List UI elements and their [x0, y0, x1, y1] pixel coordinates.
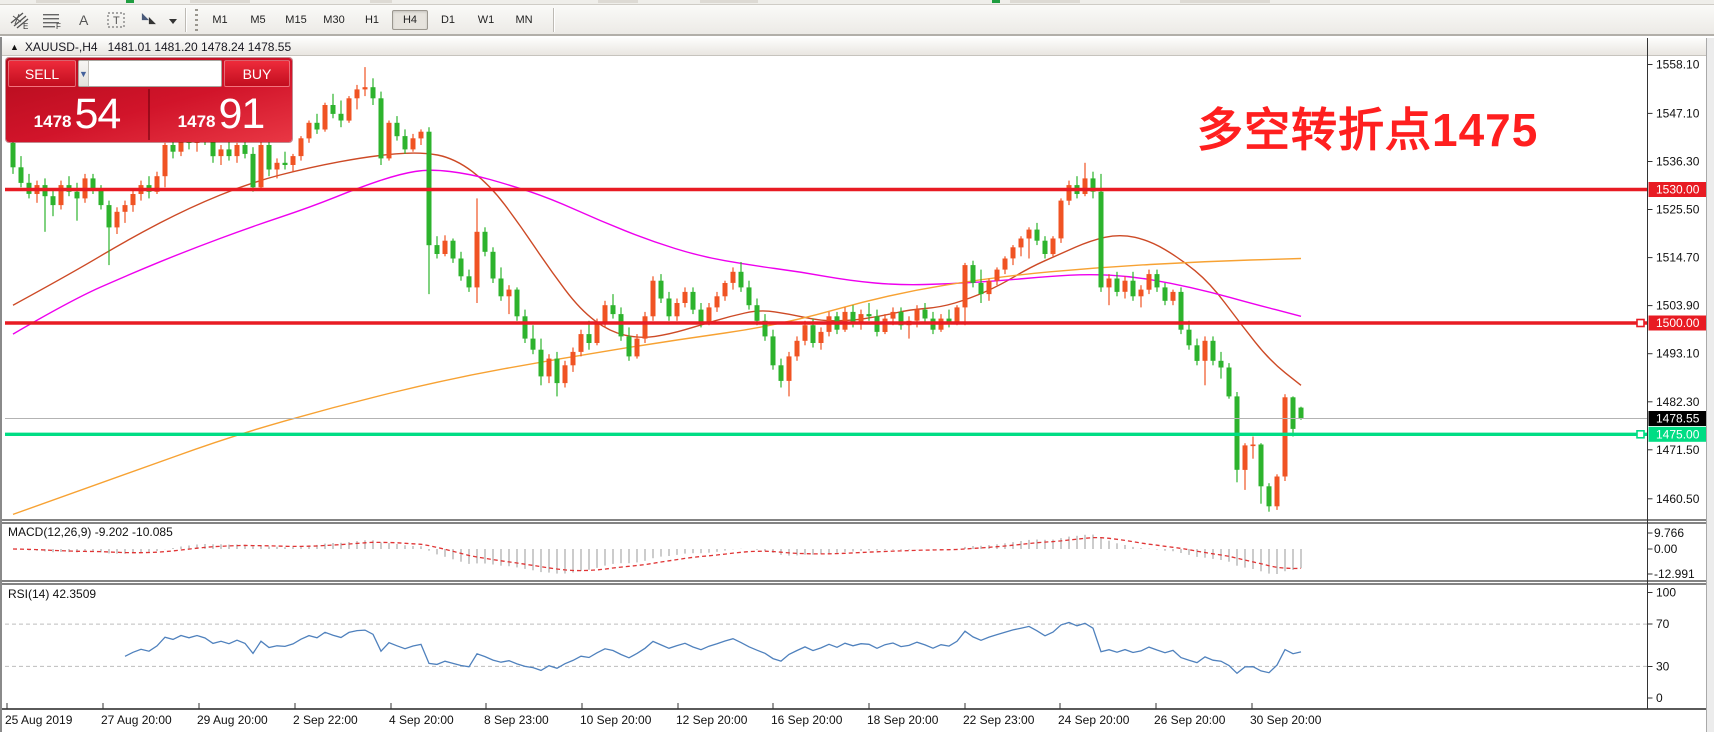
svg-text:30: 30 — [1656, 660, 1670, 674]
svg-text:10 Sep 20:00: 10 Sep 20:00 — [580, 713, 652, 727]
price-axis[interactable]: 1558.10 1547.10 1536.30 1525.50 1514.70 1503.… — [1648, 38, 1700, 709]
buy-button[interactable]: BUY — [224, 60, 290, 87]
macd-signal-line — [13, 538, 1301, 571]
ma-mid-magenta[interactable] — [13, 170, 1301, 334]
svg-text:29 Aug 20:00: 29 Aug 20:00 — [197, 713, 268, 727]
svg-text:1530.00: 1530.00 — [1656, 183, 1700, 197]
svg-text:1471.50: 1471.50 — [1656, 443, 1700, 457]
hline-handle[interactable] — [1637, 320, 1644, 327]
svg-text:12 Sep 20:00: 12 Sep 20:00 — [676, 713, 748, 727]
svg-text:2 Sep 22:00: 2 Sep 22:00 — [293, 713, 358, 727]
svg-text:1514.70: 1514.70 — [1656, 251, 1700, 265]
ma-slow-orange[interactable] — [13, 259, 1301, 515]
svg-text:1460.50: 1460.50 — [1656, 492, 1700, 506]
sell-price-big-figure: 1478 — [34, 112, 72, 132]
chart-text-annotation: 多空转折点1475 — [1197, 94, 1538, 160]
svg-text:70: 70 — [1656, 617, 1670, 631]
svg-text:-12.991: -12.991 — [1654, 567, 1695, 581]
svg-text:1482.30: 1482.30 — [1656, 395, 1700, 409]
volume-input[interactable] — [89, 61, 222, 86]
svg-text:8 Sep 23:00: 8 Sep 23:00 — [484, 713, 549, 727]
rsi-indicator-label: RSI(14) 42.3509 — [8, 587, 96, 601]
svg-text:1503.90: 1503.90 — [1656, 299, 1700, 313]
time-axis[interactable]: 25 Aug 2019 27 Aug 20:00 29 Aug 20:00 2 Sep… — [5, 703, 1322, 727]
buy-price-pips: 91 — [218, 90, 264, 139]
svg-text:1547.10: 1547.10 — [1656, 106, 1700, 120]
sell-price-pips: 54 — [74, 90, 120, 139]
svg-text:18 Sep 20:00: 18 Sep 20:00 — [867, 713, 939, 727]
svg-text:9.766: 9.766 — [1654, 526, 1684, 540]
sell-price-tile[interactable]: 1478 54 — [6, 89, 150, 140]
right-scrollbar-track — [1707, 38, 1714, 732]
svg-text:1558.10: 1558.10 — [1656, 58, 1700, 72]
svg-text:22 Sep 23:00: 22 Sep 23:00 — [963, 713, 1035, 727]
volume-stepper: ▼ ▲ — [78, 60, 222, 87]
svg-text:0.00: 0.00 — [1654, 542, 1678, 556]
hline-handle[interactable] — [1637, 431, 1644, 438]
svg-text:4 Sep 20:00: 4 Sep 20:00 — [389, 713, 454, 727]
buy-price-tile[interactable]: 1478 91 — [150, 89, 292, 140]
svg-text:30 Sep 20:00: 30 Sep 20:00 — [1250, 713, 1322, 727]
one-click-trading-panel: SELL ▼ ▲ BUY 1478 54 1478 91 — [6, 58, 292, 142]
panel-borders — [2, 520, 1712, 709]
svg-text:26 Sep 20:00: 26 Sep 20:00 — [1154, 713, 1226, 727]
svg-text:1525.50: 1525.50 — [1656, 203, 1700, 217]
svg-text:16 Sep 20:00: 16 Sep 20:00 — [771, 713, 843, 727]
svg-text:1536.30: 1536.30 — [1656, 155, 1700, 169]
svg-text:24 Sep 20:00: 24 Sep 20:00 — [1058, 713, 1130, 727]
svg-text:1500.00: 1500.00 — [1656, 316, 1700, 330]
svg-text:0: 0 — [1656, 691, 1663, 705]
buy-price-big-figure: 1478 — [178, 112, 216, 132]
svg-text:1475.00: 1475.00 — [1656, 427, 1700, 441]
mt4-trading-app: { "toolbar": { "icons": [ {"name": "equi… — [0, 0, 1714, 732]
svg-text:27 Aug 20:00: 27 Aug 20:00 — [101, 713, 172, 727]
rsi-line — [125, 623, 1301, 674]
sell-button[interactable]: SELL — [8, 60, 76, 87]
svg-text:25 Aug 2019: 25 Aug 2019 — [5, 713, 73, 727]
svg-text:1493.10: 1493.10 — [1656, 347, 1700, 361]
svg-text:1478.55: 1478.55 — [1656, 412, 1700, 426]
svg-text:100: 100 — [1656, 586, 1676, 600]
macd-indicator-label: MACD(12,26,9) -9.202 -10.085 — [8, 525, 173, 539]
volume-decrease-button[interactable]: ▼ — [79, 61, 89, 86]
macd-histogram — [13, 535, 1301, 574]
